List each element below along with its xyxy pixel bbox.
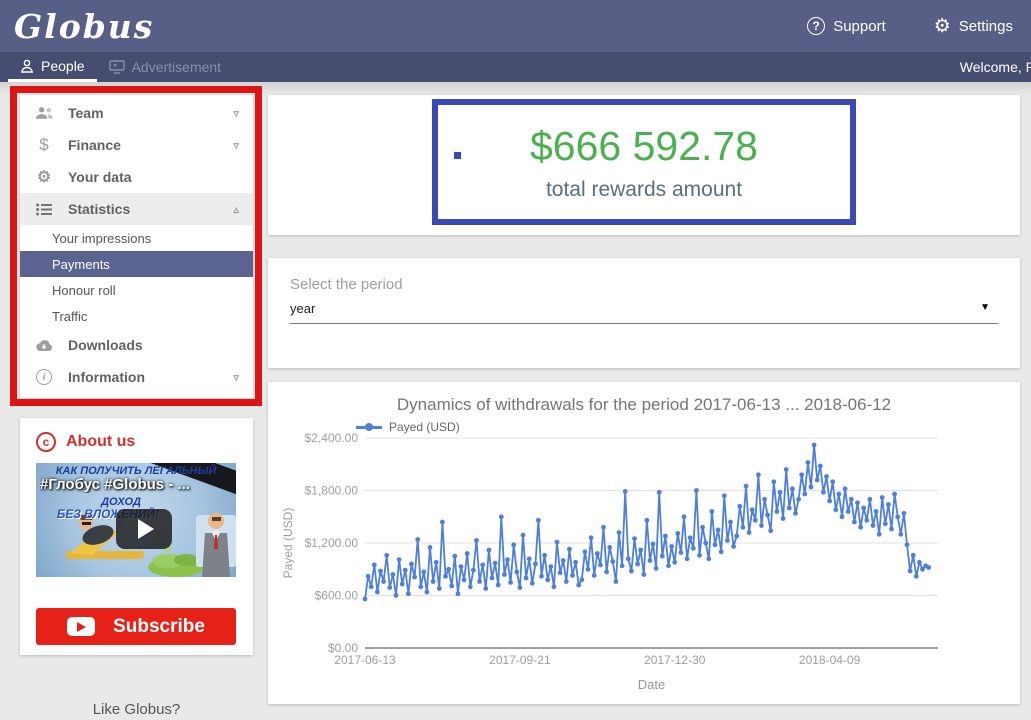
svg-text:Payed (USD): Payed (USD) xyxy=(281,508,295,579)
svg-text:$1,200.00: $1,200.00 xyxy=(305,536,359,550)
period-value: year xyxy=(290,301,316,316)
period-card: Select the period year ▼ xyxy=(268,258,1020,368)
sidebar-item-finance[interactable]: $ Finance ▿ xyxy=(20,129,253,161)
list-bullet xyxy=(454,152,461,159)
svg-text:Date: Date xyxy=(638,677,665,692)
svg-text:2017-12-30: 2017-12-30 xyxy=(644,653,706,667)
like-globus-text: Like Globus? xyxy=(92,701,181,718)
caret-down-icon: ▼ xyxy=(980,302,990,313)
about-card: c About us КАК ПОЛУЧИТЬ ЛЕГАЛЬНЫЙ #Глобу… xyxy=(20,418,253,655)
support-button[interactable]: ? Support xyxy=(807,17,886,35)
sidebar-item-information[interactable]: i Information ▿ xyxy=(20,361,253,393)
sidebar-item-statistics[interactable]: Statistics ▵ xyxy=(20,193,253,225)
svg-text:2018-04-09: 2018-04-09 xyxy=(799,653,861,667)
person-icon xyxy=(20,59,34,73)
sidebar-item-payments[interactable]: Payments xyxy=(20,251,253,277)
support-label: Support xyxy=(833,17,886,35)
tab-advertisement-label: Advertisement xyxy=(131,59,222,75)
video-title: #Глобус #Globus - ... xyxy=(40,476,190,493)
video-thumbnail[interactable]: КАК ПОЛУЧИТЬ ЛЕГАЛЬНЫЙ #Глобус #Globus -… xyxy=(36,463,236,577)
advertisement-icon xyxy=(108,60,125,74)
finance-icon: $ xyxy=(39,135,49,154)
sidebar-item-label: Team xyxy=(68,105,104,121)
app-window: Globus ? Support ⚙ Settings People Adver… xyxy=(0,0,1031,720)
chevron-down-icon: ▿ xyxy=(233,371,239,384)
sidebar-subitem-label: Your impressions xyxy=(52,230,152,246)
play-button[interactable] xyxy=(116,509,172,549)
legend-line-marker xyxy=(356,423,382,431)
gear-icon: ⚙ xyxy=(36,169,52,186)
tab-people-label: People xyxy=(41,57,85,74)
sidebar-item-label: Downloads xyxy=(68,337,143,353)
sidebar-item-label: Finance xyxy=(68,137,121,153)
sidebar-menu: Team ▿ $ Finance ▿ ⚙ Your data Statistic… xyxy=(20,95,253,398)
list-icon xyxy=(34,203,54,216)
welcome-text: Welcome, P xyxy=(959,59,1031,75)
period-label: Select the period xyxy=(290,276,403,293)
about-us-label: About us xyxy=(66,433,136,450)
tab-advertisement[interactable]: Advertisement xyxy=(97,52,233,82)
settings-button[interactable]: ⚙ Settings xyxy=(934,17,1013,36)
settings-label: Settings xyxy=(958,17,1013,35)
app-logo[interactable]: Globus xyxy=(14,7,154,46)
chart-title: Dynamics of withdrawals for the period 2… xyxy=(396,395,892,414)
total-rewards-amount: $666 592.78 xyxy=(529,123,758,169)
content-shadow xyxy=(0,82,1031,95)
chevron-down-icon: ▿ xyxy=(233,139,239,152)
app-header: Globus ? Support ⚙ Settings xyxy=(0,0,1031,52)
total-rewards-caption: total rewards amount xyxy=(545,178,743,201)
youtube-icon xyxy=(67,617,96,636)
sidebar-item-downloads[interactable]: Downloads xyxy=(20,329,253,361)
sidebar-item-team[interactable]: Team ▿ xyxy=(20,97,253,129)
tab-people[interactable]: People xyxy=(8,52,97,82)
cloud-download-icon xyxy=(34,339,54,352)
svg-text:$2,400.00: $2,400.00 xyxy=(305,431,359,445)
about-us-link[interactable]: c About us xyxy=(20,418,253,460)
help-icon: ? xyxy=(807,17,826,35)
header-actions: ? Support ⚙ Settings xyxy=(807,17,1013,36)
copyright-icon: c xyxy=(36,432,56,452)
team-icon xyxy=(34,106,54,120)
sidebar-item-your-impressions[interactable]: Your impressions xyxy=(20,225,253,251)
sidebar-subitem-label: Payments xyxy=(52,256,110,272)
svg-text:2017-09-21: 2017-09-21 xyxy=(489,653,551,667)
chevron-down-icon: ▿ xyxy=(233,107,239,120)
period-select[interactable]: year ▼ xyxy=(290,301,998,324)
sidebar-item-label: Your data xyxy=(68,169,132,185)
svg-text:$600.00: $600.00 xyxy=(315,589,359,603)
sidebar-subitem-label: Traffic xyxy=(52,308,88,324)
svg-text:$1,800.00: $1,800.00 xyxy=(305,484,359,498)
sidebar-item-traffic[interactable]: Traffic xyxy=(20,303,253,329)
info-icon: i xyxy=(34,369,54,385)
rewards-card: $666 592.78 total rewards amount xyxy=(268,95,1020,235)
chevron-up-icon: ▵ xyxy=(233,203,239,216)
gear-icon: ⚙ xyxy=(933,15,951,37)
sidebar-item-label: Statistics xyxy=(68,201,131,217)
svg-text:2017-06-13: 2017-06-13 xyxy=(334,653,396,667)
annotation-rect-blue: $666 592.78 total rewards amount xyxy=(432,99,856,225)
sidebar-item-your-data[interactable]: ⚙ Your data xyxy=(20,161,253,193)
chart-canvas: $0.00$600.00$1,200.00$1,800.00$2,400.002… xyxy=(281,431,938,692)
chart-card: Dynamics of withdrawals for the period 2… xyxy=(268,382,1020,704)
sidebar-item-label: Information xyxy=(68,369,145,385)
tab-bar: People Advertisement Welcome, P xyxy=(0,52,1031,82)
subscribe-button[interactable]: Subscribe xyxy=(36,608,236,645)
subscribe-label: Subscribe xyxy=(113,615,205,637)
sidebar-subitem-label: Honour roll xyxy=(52,282,116,298)
sidebar-item-honour-roll[interactable]: Honour roll xyxy=(20,277,253,303)
